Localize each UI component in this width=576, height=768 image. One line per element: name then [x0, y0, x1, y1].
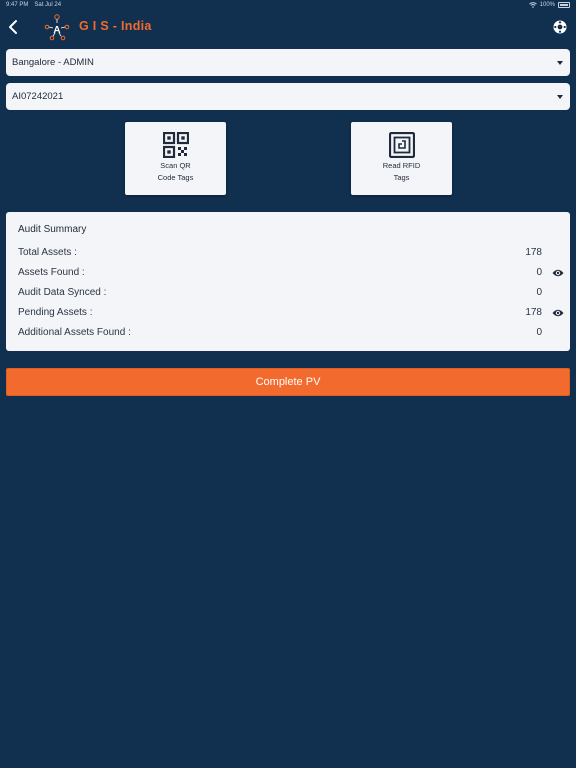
settings-icon[interactable]: [552, 19, 568, 35]
audit-synced-value: 0: [536, 287, 542, 298]
summary-row-found: Assets Found : 0: [18, 267, 564, 281]
audit-synced-label: Audit Data Synced :: [18, 287, 107, 298]
additional-assets-value: 0: [536, 327, 542, 338]
status-date: Sat Jul 24: [34, 2, 62, 8]
status-time: 9:47 PM: [6, 2, 29, 8]
scan-qr-label-2: Code Tags: [157, 173, 194, 182]
audit-summary-heading: Audit Summary: [18, 224, 87, 235]
location-value: Bangalore - ADMIN: [12, 57, 94, 68]
app-logo: A: [44, 14, 70, 41]
total-assets-value: 178: [525, 247, 542, 258]
total-assets-label: Total Assets :: [18, 247, 77, 258]
pending-assets-value: 178: [525, 307, 542, 318]
audit-id-dropdown[interactable]: AI07242021: [6, 83, 570, 110]
svg-text:A: A: [53, 25, 60, 36]
chevron-left-icon[interactable]: [6, 18, 22, 36]
read-rfid-label-1: Read RFID: [382, 161, 421, 170]
battery-icon: [558, 2, 570, 8]
read-rfid-label-2: Tags: [393, 173, 410, 182]
audit-summary-card: Audit Summary Total Assets : 178 Assets …: [6, 212, 570, 351]
summary-row-additional: Additional Assets Found : 0: [18, 327, 558, 341]
nav-bar: A G I S - India: [0, 10, 576, 44]
summary-row-total: Total Assets : 178: [18, 247, 558, 261]
additional-assets-label: Additional Assets Found :: [18, 327, 131, 338]
summary-row-pending: Pending Assets : 178: [18, 307, 564, 321]
rfid-icon: [388, 132, 415, 158]
caret-down-icon: [557, 60, 563, 65]
status-bar: 9:47 PM Sat Jul 24 100%: [0, 0, 576, 10]
pending-assets-label: Pending Assets :: [18, 307, 93, 318]
complete-pv-button[interactable]: Complete PV: [6, 368, 570, 396]
summary-row-synced: Audit Data Synced : 0: [18, 287, 558, 301]
wifi-icon: [528, 2, 537, 8]
status-right: 100%: [528, 2, 570, 8]
scan-qr-button[interactable]: Scan QR Code Tags: [125, 122, 226, 195]
qr-code-icon: [162, 132, 189, 158]
location-dropdown[interactable]: Bangalore - ADMIN: [6, 49, 570, 76]
view-found-eye-icon[interactable]: [552, 268, 564, 278]
battery-percent: 100%: [539, 2, 555, 8]
view-pending-eye-icon[interactable]: [552, 308, 564, 318]
audit-id-value: AI07242021: [12, 91, 64, 102]
read-rfid-button[interactable]: Read RFID Tags: [351, 122, 452, 195]
assets-found-label: Assets Found :: [18, 267, 85, 278]
assets-found-value: 0: [536, 267, 542, 278]
caret-down-icon: [557, 94, 563, 99]
scan-qr-label-1: Scan QR: [160, 161, 191, 170]
app-title: G I S - India: [79, 19, 152, 33]
